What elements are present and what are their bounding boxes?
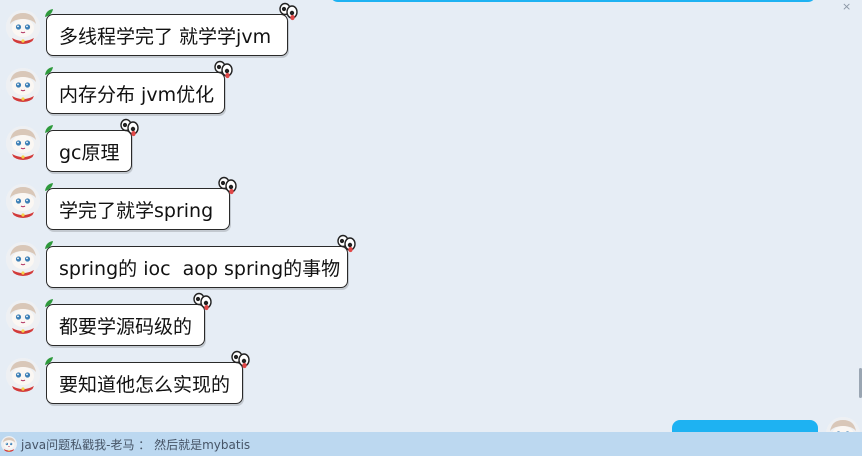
avatar-icon[interactable] — [6, 184, 40, 218]
message-bubble[interactable]: spring的 ioc aop spring的事物 — [46, 246, 348, 288]
message-text: 要知道他怎么实现的 — [59, 373, 231, 396]
new-message-notification-bar[interactable]: java问题私戳我-老马 ： 然后就是mybatis — [0, 432, 862, 456]
googly-eyes-icon — [213, 60, 233, 80]
googly-eyes-icon — [192, 292, 212, 312]
message-text: gc原理 — [59, 141, 120, 164]
avatar-icon[interactable] — [6, 68, 40, 102]
googly-eyes-icon — [217, 176, 237, 196]
message-text: spring的 ioc aop spring的事物 — [59, 257, 341, 280]
googly-eyes-icon — [230, 350, 250, 370]
avatar-icon[interactable] — [6, 242, 40, 276]
message-bubble[interactable]: 都要学源码级的 — [46, 304, 205, 346]
message-bubble[interactable]: 要知道他怎么实现的 — [46, 362, 243, 404]
close-icon[interactable]: × — [842, 0, 851, 13]
message-text: 学完了就学spring — [59, 199, 214, 222]
avatar-icon[interactable] — [6, 300, 40, 334]
message-text: 多线程学完了 就学学jvm — [59, 25, 272, 48]
message-text: 内存分布 jvm优化 — [59, 83, 215, 106]
avatar-icon[interactable] — [6, 10, 40, 44]
message-bubble[interactable]: 多线程学完了 就学学jvm — [46, 14, 288, 56]
avatar-icon — [1, 436, 17, 452]
message-bubble[interactable]: 学完了就学spring — [46, 188, 230, 230]
sent-message-bubble-partial[interactable] — [330, 0, 816, 2]
googly-eyes-icon — [119, 118, 139, 138]
avatar-icon[interactable] — [6, 126, 40, 160]
message-text: 都要学源码级的 — [59, 315, 193, 338]
message-bubble[interactable]: 内存分布 jvm优化 — [46, 72, 225, 114]
notification-text: java问题私戳我-老马 ： 然后就是mybatis — [21, 437, 251, 452]
googly-eyes-icon — [336, 234, 356, 254]
googly-eyes-icon — [278, 2, 298, 22]
avatar-icon[interactable] — [6, 358, 40, 392]
